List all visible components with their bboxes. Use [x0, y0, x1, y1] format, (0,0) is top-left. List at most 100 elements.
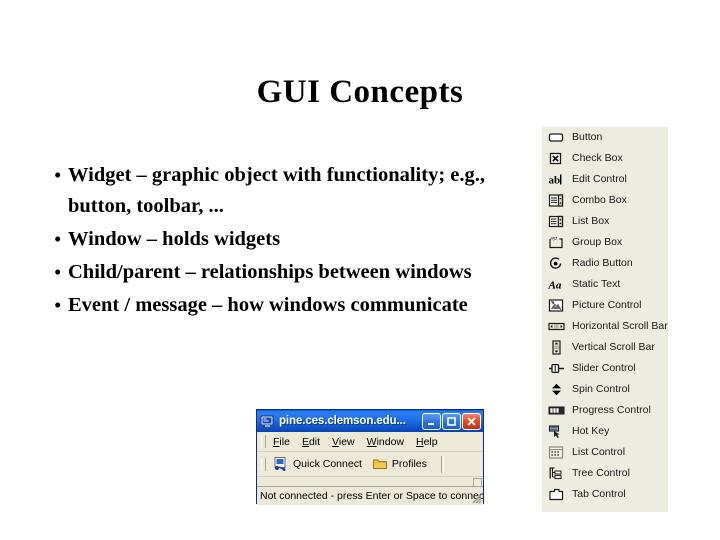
toolbox-item-tree-control[interactable]: Tree Control	[542, 463, 668, 484]
vertical-scroll-bar-icon	[548, 340, 565, 355]
menu-item-view-rest: iew	[338, 435, 355, 448]
toolbox-item-label: Radio Button	[572, 257, 633, 269]
menu-item-view[interactable]: View	[332, 436, 355, 448]
bullet-marker-icon: •	[54, 227, 62, 251]
svg-text:ab: ab	[549, 175, 561, 187]
list-item: • Window – holds widgets	[46, 224, 516, 255]
toolbox-item-label: Tree Control	[572, 467, 630, 479]
tool-bar: Quick Connect Profiles	[257, 452, 483, 477]
toolbox-item-label: List Box	[572, 215, 610, 227]
horizontal-scroll-bar-icon	[548, 319, 565, 334]
toolbox-item-label: List Control	[572, 446, 626, 458]
tree-control-icon	[548, 466, 565, 481]
toolbox-item-label: Check Box	[572, 152, 623, 164]
menu-item-help-rest: elp	[423, 435, 438, 448]
terminal-app-icon	[260, 414, 275, 429]
tab-control-icon	[548, 487, 565, 502]
window-title: pine.ces.clemson.edu...	[279, 415, 406, 427]
tool-bar-grip[interactable]	[261, 457, 266, 471]
status-bar: Not connected - press Enter or Space to …	[257, 487, 483, 505]
menu-item-help[interactable]: Help	[416, 436, 438, 448]
resize-gripper[interactable]	[469, 491, 482, 504]
quick-connect-icon	[273, 456, 289, 472]
toolbox-item-label: Button	[572, 131, 603, 143]
toolbox-item-label: Slider Control	[572, 362, 636, 374]
widget-toolbox-panel: Button Check Box ab Edit Control Combo Box Li…	[542, 127, 668, 512]
list-box-icon	[548, 214, 565, 229]
menu-item-edit-rest: dit	[308, 435, 321, 448]
bullet-text: Event / message – how windows communicat…	[68, 294, 468, 316]
minimize-button[interactable]	[422, 412, 441, 430]
menu-bar: File Edit View Window Help	[257, 432, 483, 452]
toolbox-item-label: Static Text	[572, 278, 621, 290]
toolbox-item-horizontal-scroll-bar[interactable]: Horizontal Scroll Bar	[542, 316, 668, 337]
bullet-text: Widget – graphic object with functionali…	[68, 164, 485, 217]
toolbox-item-hot-key[interactable]: Hot Key	[542, 421, 668, 442]
button-icon	[548, 130, 565, 145]
profiles-button[interactable]: Profiles	[372, 456, 427, 472]
folder-icon	[372, 456, 388, 472]
list-item: • Event / message – how windows communic…	[46, 290, 516, 321]
svg-text:Aa: Aa	[548, 280, 562, 292]
toolbox-item-label: Vertical Scroll Bar	[572, 341, 655, 353]
check-box-icon	[548, 151, 565, 166]
window-title-bar[interactable]: pine.ces.clemson.edu...	[257, 410, 483, 432]
quick-connect-button[interactable]: Quick Connect	[273, 456, 362, 472]
group-box-icon: xyz	[548, 235, 565, 250]
toolbox-item-button[interactable]: Button	[542, 127, 668, 148]
toolbox-item-combo-box[interactable]: Combo Box	[542, 190, 668, 211]
bullet-marker-icon: •	[54, 260, 62, 284]
toolbox-item-edit-control[interactable]: ab Edit Control	[542, 169, 668, 190]
quick-connect-label: Quick Connect	[293, 458, 362, 470]
toolbox-item-static-text[interactable]: Aa Static Text	[542, 274, 668, 295]
picture-control-icon	[548, 298, 565, 313]
menu-item-window-rest: indow	[376, 435, 404, 448]
toolbox-item-label: Picture Control	[572, 299, 642, 311]
bullet-list: • Widget – graphic object with functiona…	[46, 160, 516, 323]
secure-crt-window: pine.ces.clemson.edu... File Edit View W…	[256, 409, 484, 505]
list-control-icon	[548, 445, 565, 460]
toolbox-item-progress-control[interactable]: Progress Control	[542, 400, 668, 421]
menu-item-file[interactable]: File	[273, 436, 290, 448]
menu-item-edit[interactable]: Edit	[302, 436, 320, 448]
menu-bar-grip[interactable]	[261, 435, 266, 448]
client-area	[257, 477, 483, 487]
menu-item-window[interactable]: Window	[367, 436, 404, 448]
profiles-label: Profiles	[391, 458, 427, 470]
toolbox-item-label: Combo Box	[572, 194, 627, 206]
status-text: Not connected - press Enter or Space to …	[260, 490, 483, 502]
hot-key-icon	[548, 424, 565, 439]
bullet-text: Child/parent – relationships between win…	[68, 261, 472, 283]
maximize-button[interactable]	[442, 412, 461, 430]
bullet-marker-icon: •	[54, 163, 62, 187]
toolbox-item-label: Edit Control	[572, 173, 627, 185]
toolbox-item-label: Spin Control	[572, 383, 630, 395]
toolbox-item-label: Horizontal Scroll Bar	[572, 320, 668, 332]
combo-box-icon	[548, 193, 565, 208]
toolbox-item-label: Tab Control	[572, 488, 626, 500]
spin-control-icon	[548, 382, 565, 397]
bullet-marker-icon: •	[54, 293, 62, 317]
bullet-text: Window – holds widgets	[68, 228, 281, 250]
close-button[interactable]	[462, 412, 481, 430]
toolbox-item-tab-control[interactable]: Tab Control	[542, 484, 668, 505]
svg-text:xyz: xyz	[551, 236, 557, 241]
slider-control-icon	[548, 361, 565, 376]
toolbox-item-spin-control[interactable]: Spin Control	[542, 379, 668, 400]
toolbox-item-vertical-scroll-bar[interactable]: Vertical Scroll Bar	[542, 337, 668, 358]
toolbox-item-label: Hot Key	[572, 425, 610, 437]
toolbox-item-list-box[interactable]: List Box	[542, 211, 668, 232]
edit-control-icon: ab	[548, 172, 565, 187]
toolbox-item-picture-control[interactable]: Picture Control	[542, 295, 668, 316]
toolbox-item-group-box[interactable]: xyz Group Box	[542, 232, 668, 253]
toolbox-item-label: Progress Control	[572, 404, 651, 416]
toolbox-item-list-control[interactable]: List Control	[542, 442, 668, 463]
toolbox-item-radio-button[interactable]: Radio Button	[542, 253, 668, 274]
toolbox-item-label: Group Box	[572, 236, 623, 248]
menu-item-file-rest: ile	[279, 435, 290, 448]
toolbox-item-check-box[interactable]: Check Box	[542, 148, 668, 169]
toolbox-item-slider-control[interactable]: Slider Control	[542, 358, 668, 379]
list-item: • Widget – graphic object with functiona…	[46, 160, 516, 222]
page-title: GUI Concepts	[256, 74, 464, 110]
radio-button-icon	[548, 256, 565, 271]
